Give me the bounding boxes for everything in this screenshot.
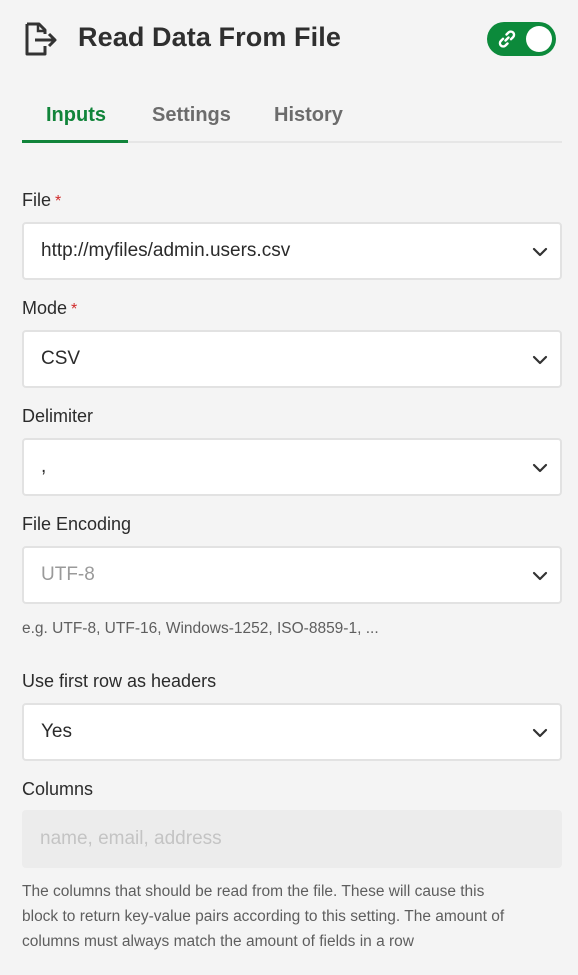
columns-hint-line: columns must always match the amount of … — [22, 933, 414, 950]
link-icon — [498, 30, 516, 48]
encoding-select-placeholder: UTF-8 — [41, 564, 95, 585]
encoding-select[interactable]: UTF-8 — [22, 546, 562, 604]
enable-toggle[interactable] — [487, 22, 556, 56]
encoding-hint: e.g. UTF-8, UTF-16, Windows-1252, ISO-88… — [22, 620, 379, 637]
required-mark: * — [71, 301, 78, 318]
tab-inputs[interactable]: Inputs — [46, 104, 106, 127]
file-export-icon — [25, 22, 57, 56]
delimiter-select-value: , — [41, 456, 47, 477]
encoding-label: File Encoding — [22, 514, 132, 534]
tab-settings[interactable]: Settings — [152, 104, 231, 127]
delimiter-label: Delimiter — [22, 406, 94, 426]
mode-label: Mode * — [22, 298, 77, 319]
tab-bar: Inputs Settings History — [22, 92, 562, 143]
chevron-down-icon — [532, 247, 548, 257]
toggle-knob — [526, 26, 552, 52]
file-select-value: http://myfiles/admin.users.csv — [41, 240, 291, 261]
mode-select-value: CSV — [41, 348, 81, 369]
headers-label: Use first row as headers — [22, 671, 217, 691]
mode-label-text: Mode — [22, 298, 68, 318]
delimiter-select[interactable]: , — [22, 438, 562, 496]
file-label: File * — [22, 190, 61, 211]
tab-history[interactable]: History — [274, 104, 343, 127]
columns-hint-line: The columns that should be read from the… — [22, 883, 485, 900]
chevron-down-icon — [532, 463, 548, 473]
mode-select[interactable]: CSV — [22, 330, 562, 388]
active-tab-indicator — [22, 140, 128, 143]
headers-select[interactable]: Yes — [22, 703, 562, 761]
chevron-down-icon — [532, 571, 548, 581]
headers-select-value: Yes — [41, 721, 72, 742]
page-title: Read Data From File — [78, 22, 341, 52]
file-select[interactable]: http://myfiles/admin.users.csv — [22, 222, 562, 280]
columns-label: Columns — [22, 779, 94, 799]
chevron-down-icon — [532, 355, 548, 365]
file-label-text: File — [22, 190, 52, 210]
columns-hint-line: block to return key-value pairs accordin… — [22, 908, 505, 925]
columns-hint: The columns that should be read from the… — [22, 879, 504, 954]
columns-input[interactable] — [22, 810, 562, 868]
block-header: Read Data From File — [22, 20, 556, 60]
chevron-down-icon — [532, 728, 548, 738]
required-mark: * — [55, 193, 62, 210]
